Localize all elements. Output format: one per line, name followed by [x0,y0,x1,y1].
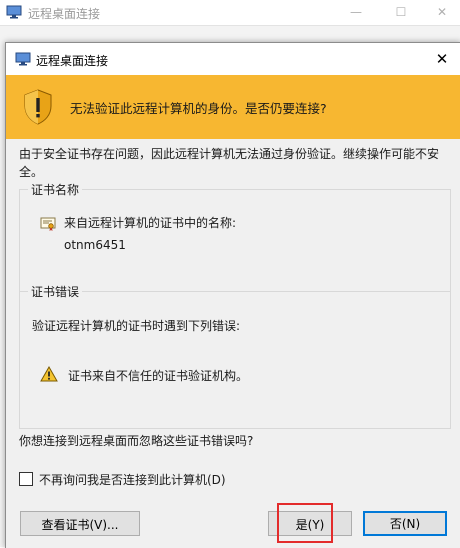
certificate-warning-dialog: 远程桌面连接 ✕ 无法验证此远程计算机的身份。是否仍要连接? 由于安全证书存在问… [5,42,460,548]
background-window-title: 远程桌面连接 [28,7,101,21]
remote-desktop-icon [15,52,31,66]
certificate-name-label: 证书名称 [28,181,83,198]
certificate-error-message: 证书来自不信任的证书验证机构。 [68,369,249,383]
dialog-titlebar: 远程桌面连接 ✕ [6,43,460,75]
dialog-title: 远程桌面连接 [36,54,109,68]
warning-icon [40,366,58,382]
dont-ask-again-checkbox[interactable] [19,472,33,486]
view-certificate-button[interactable]: 查看证书(V)... [20,511,140,536]
yes-button[interactable]: 是(Y) [268,511,352,536]
banner-message: 无法验证此远程计算机的身份。是否仍要连接? [70,101,327,116]
description-text: 由于安全证书存在问题，因此远程计算机无法通过身份验证。继续操作可能不安全。 [19,147,440,179]
warning-shield-icon [24,89,52,125]
certificate-name-value: otnm6451 [64,238,126,252]
close-button[interactable]: ✕ [428,2,456,22]
ignore-errors-question: 你想连接到远程桌面而忽略这些证书错误吗? [19,434,254,448]
certificate-icon [40,217,56,231]
warning-banner: 无法验证此远程计算机的身份。是否仍要连接? [6,75,460,139]
maximize-button[interactable]: ☐ [387,2,415,22]
minimize-button[interactable]: — [342,2,370,22]
remote-desktop-icon [6,5,22,19]
dialog-close-button[interactable]: ✕ [429,47,455,71]
background-titlebar: 远程桌面连接 — ☐ ✕ [0,0,460,26]
certificate-name-caption: 来自远程计算机的证书中的名称: [64,216,237,230]
certificate-error-label: 证书错误 [28,283,83,300]
dont-ask-again-label[interactable]: 不再询问我是否连接到此计算机(D) [39,471,226,488]
certificate-error-group: 证书错误 验证远程计算机的证书时遇到下列错误: 证书来自不信任的证书验证机构。 [19,283,451,429]
certificate-error-caption: 验证远程计算机的证书时遇到下列错误: [32,319,241,333]
no-button[interactable]: 否(N) [363,511,447,536]
